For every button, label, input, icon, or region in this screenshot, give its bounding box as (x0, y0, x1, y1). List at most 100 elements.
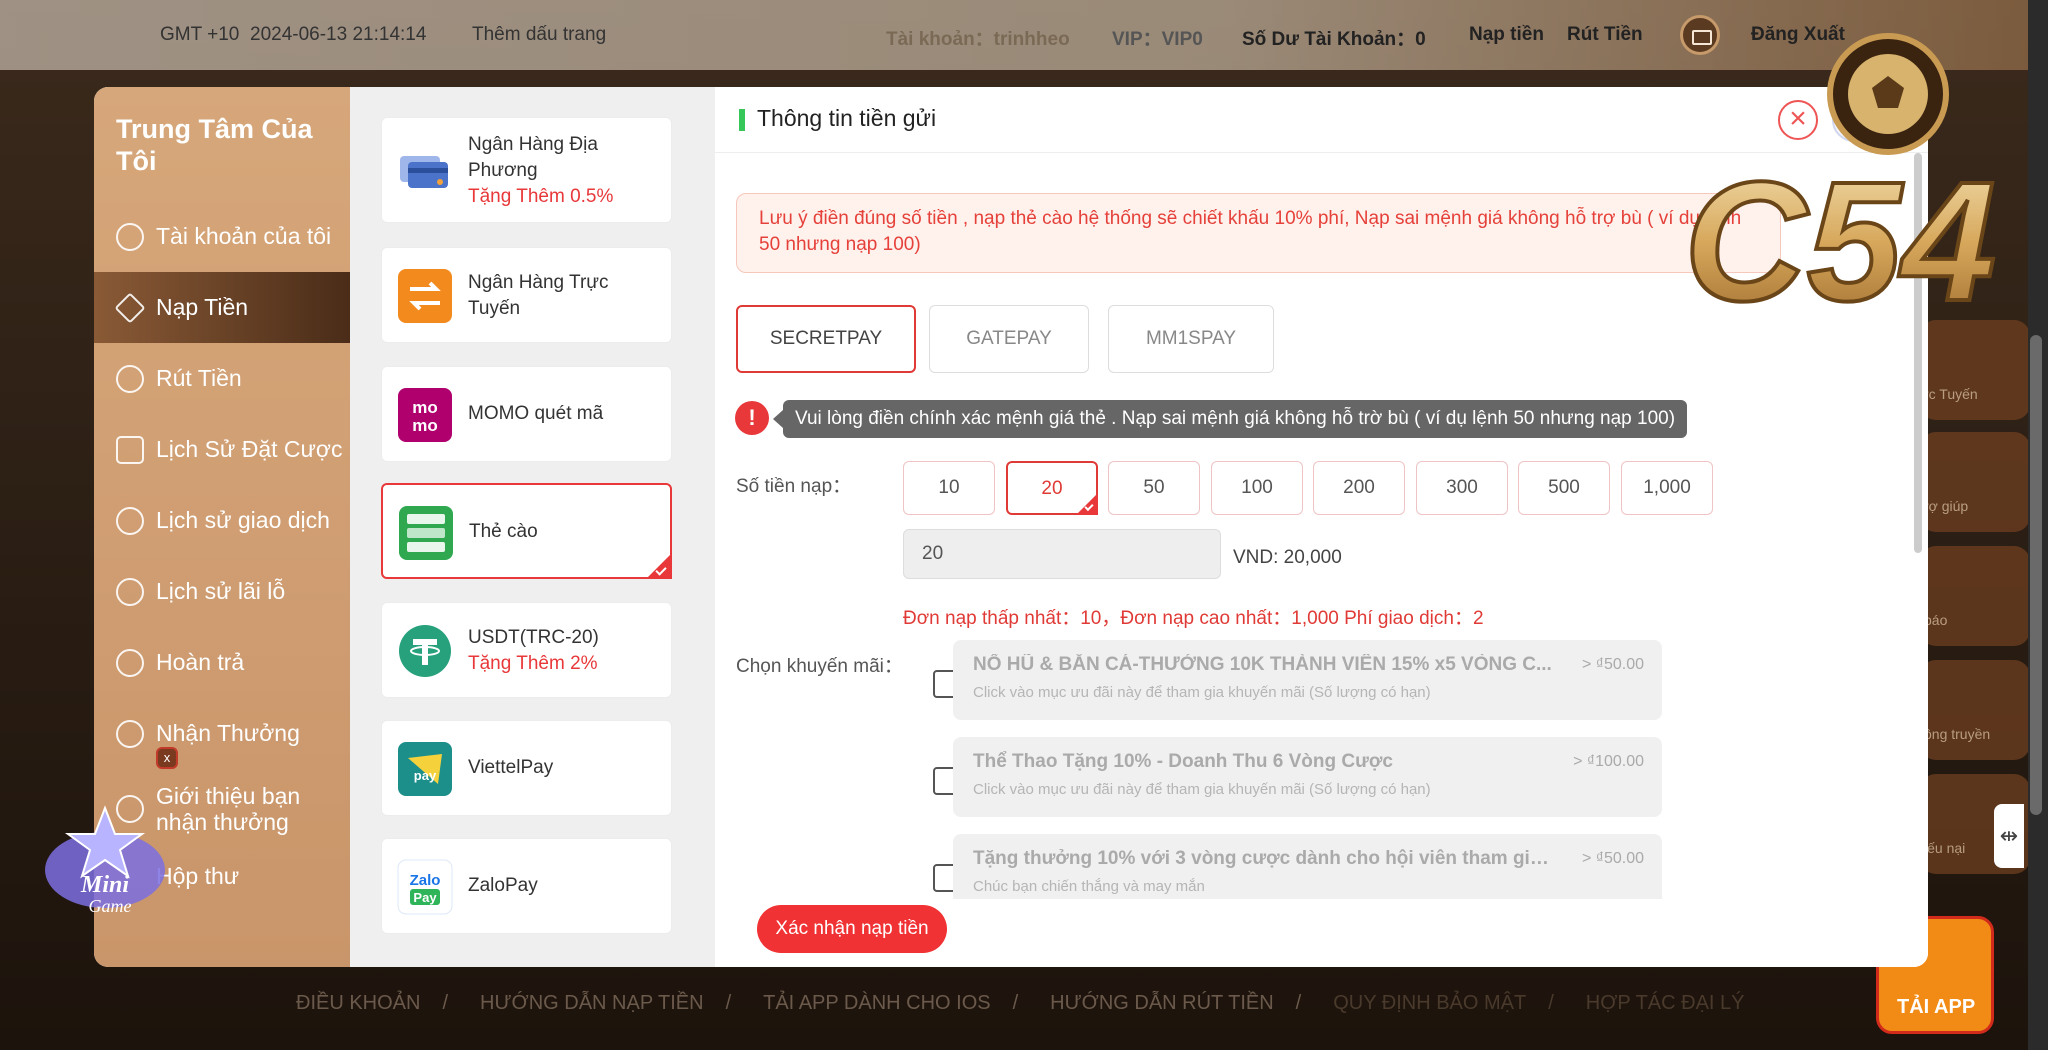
payment-method-list: Ngân Hàng Địa Phương Tặng Thêm 0.5% Ngân… (350, 87, 715, 967)
method-zalopay[interactable]: Zalo Pay ZaloPay (381, 838, 672, 934)
amount-option-10[interactable]: 10 (903, 461, 995, 515)
scratch-card-icon (399, 506, 453, 560)
amount-option-200[interactable]: 200 (1313, 461, 1405, 515)
gateway-mm1spay[interactable]: MM1SPAY (1108, 305, 1274, 373)
timezone-text: GMT +10 (160, 24, 240, 45)
side-tile-help[interactable]: rợ giúp (1920, 432, 2030, 532)
star-icon (116, 719, 144, 748)
sidebar-item-my-account[interactable]: Tài khoản của tôi (94, 201, 350, 272)
account-text: Tài khoản：trinhheo (886, 29, 1070, 50)
svg-text:Game: Game (89, 896, 132, 916)
method-usdt[interactable]: USDT(TRC-20) Tặng Thêm 2% (381, 602, 672, 698)
method-momo[interactable]: mo mo MOMO quét mã (381, 366, 672, 462)
method-bonus: Tặng Thêm 0.5% (468, 186, 614, 207)
amount-option-100[interactable]: 100 (1211, 461, 1303, 515)
confirm-deposit-button[interactable]: Xác nhận nạp tiền (757, 905, 947, 953)
zalopay-icon: Zalo Pay (397, 859, 453, 915)
list-icon (116, 506, 144, 535)
content-title: Thông tin tiền gửi (757, 105, 937, 131)
sidebar-item-label: Giới thiệu bạn nhận thưởng (156, 783, 301, 835)
side-collapse-handle[interactable]: ⇹ (1994, 804, 2024, 868)
svg-text:Zalo: Zalo (410, 872, 441, 889)
sidebar-item-label: Nạp Tiền (156, 294, 249, 320)
deposit-limits: Đơn nạp thấp nhất：10，Đơn nạp cao nhất：1,… (903, 608, 1484, 629)
tether-icon (399, 625, 451, 677)
method-bonus: Tặng Thêm 2% (468, 653, 598, 674)
mini-game-icon[interactable]: Mini Game (40, 800, 170, 920)
side-tile-notice[interactable]: báo (1920, 546, 2030, 646)
svg-text:Pay: Pay (413, 890, 437, 905)
deposit-icon (114, 291, 146, 324)
c54-logo: C54 (1682, 33, 1998, 339)
promo-item[interactable]: Thể Thao Tặng 10% - Doanh Thu 6 Vòng Cượ… (953, 737, 1662, 817)
datetime-text: 2024-06-13 21:14:14 (250, 24, 427, 45)
fee-notice: Lưu ý điền đúng số tiền , nạp thẻ cào hệ… (736, 193, 1781, 273)
amount-input[interactable] (903, 529, 1221, 579)
close-badge-icon[interactable]: x (156, 747, 178, 769)
footer-link-deposit-guide[interactable]: HƯỚNG DẪN NẠP TIỀN (480, 992, 704, 1015)
ledger-icon (116, 577, 144, 606)
sidebar-item-rewards[interactable]: Nhận Thưởng (94, 698, 350, 769)
method-online-bank[interactable]: Ngân Hàng Trực Tuyến (381, 247, 672, 343)
sidebar-item-label: Hoàn trả (156, 649, 245, 675)
money-bag-icon (116, 648, 144, 677)
method-scratch-card[interactable]: Thẻ cào (381, 483, 672, 579)
amount-label: Số tiền nạp： (736, 476, 852, 497)
amount-option-300[interactable]: 300 (1416, 461, 1508, 515)
svg-text:mo: mo (412, 416, 438, 435)
viettelpay-icon: pay (398, 742, 452, 796)
bank-transfer-icon (398, 269, 452, 323)
gateway-gatepay[interactable]: GATEPAY (929, 305, 1089, 373)
amount-option-1000[interactable]: 1,000 (1621, 461, 1713, 515)
footer-link-terms[interactable]: ĐIỀU KHOẢN (296, 992, 420, 1015)
method-local-bank[interactable]: Ngân Hàng Địa Phương Tặng Thêm 0.5% (381, 117, 672, 223)
sidebar-item-rebate[interactable]: Hoàn trả (94, 627, 350, 698)
amount-option-500[interactable]: 500 (1518, 461, 1610, 515)
sidebar-item-label: Nhận Thưởng (156, 720, 300, 746)
page-scrollbar-thumb[interactable] (2030, 335, 2042, 815)
svg-text:pay: pay (414, 768, 437, 783)
side-tile-broadcast[interactable]: ông truyền (1920, 660, 2030, 760)
topbar-deposit-link[interactable]: Nạp tiền (1469, 24, 1544, 46)
method-viettelpay[interactable]: pay ViettelPay (381, 720, 672, 816)
momo-icon: mo mo (398, 388, 452, 442)
card-value-tooltip: Vui lòng điền chính xác mệnh giá thẻ . N… (772, 400, 1688, 438)
svg-text:mo: mo (412, 398, 438, 417)
footer-link-withdraw-guide[interactable]: HƯỚNG DẪN RÚT TIỀN (1050, 992, 1274, 1015)
bank-card-icon (400, 156, 448, 188)
sidebar-item-label: Lịch sử giao dịch (156, 507, 330, 533)
bookmark-link[interactable]: Thêm dấu trang (472, 24, 606, 46)
account-center-modal: Trung Tâm Của Tôi Tài khoản của tôi Nạp … (94, 87, 1928, 967)
footer-link-agency[interactable]: HỢP TÁC ĐẠI LÝ (1586, 992, 1745, 1015)
logo-text: C54 (1684, 147, 1996, 337)
submit-bar: Xác nhận nạp tiền (715, 899, 1928, 967)
sidebar-item-label: Rút Tiền (156, 365, 242, 391)
sidebar-item-transaction-history[interactable]: Lịch sử giao dịch (94, 485, 350, 556)
vnd-conversion: VND: 20,000 (1233, 547, 1342, 568)
promo-item[interactable]: NỔ HŨ & BẮN CÁ-THƯỞNG 10K THÀNH VIÊN 15%… (953, 640, 1662, 720)
sidebar-item-profit-loss[interactable]: Lịch sử lãi lỗ (94, 556, 350, 627)
promo-label: Chọn khuyến mãi： (736, 656, 903, 677)
footer-link-ios-app[interactable]: TẢI APP DÀNH CHO IOS (763, 992, 990, 1015)
footer-links: ĐIỀU KHOẢN / HƯỚNG DẪN NẠP TIỀN / TẢI APP … (296, 991, 1745, 1015)
sidebar-item-deposit[interactable]: Nạp Tiền (94, 272, 350, 343)
gateway-secretpay[interactable]: SECRETPAY (736, 305, 916, 373)
amount-option-20[interactable]: 20 (1006, 461, 1098, 515)
sidebar-item-label: Tài khoản của tôi (156, 223, 332, 249)
vip-text: VIP：VIP0 (1112, 29, 1203, 50)
amount-option-50[interactable]: 50 (1108, 461, 1200, 515)
sidebar-item-withdraw[interactable]: Rút Tiền (94, 343, 350, 414)
user-icon (116, 222, 144, 251)
sidebar-item-label: Lịch sử lãi lỗ (156, 578, 286, 604)
clipboard-icon (116, 435, 144, 464)
svg-text:Mini: Mini (80, 872, 129, 898)
footer-link-privacy[interactable]: QUY ĐỊNH BẢO MẬT (1333, 992, 1526, 1015)
sidebar-item-bet-history[interactable]: Lịch Sử Đặt Cược (94, 414, 350, 485)
balance-text: Số Dư Tài Khoản：0 (1242, 29, 1426, 50)
sidebar-title: Trung Tâm Của Tôi (116, 114, 313, 176)
warning-icon: ! (735, 401, 769, 435)
topbar-withdraw-link[interactable]: Rút Tiền (1567, 24, 1643, 46)
header-accent-bar (739, 109, 745, 131)
sidebar-item-label: Lịch Sử Đặt Cược (156, 436, 343, 462)
withdraw-icon (116, 364, 144, 393)
